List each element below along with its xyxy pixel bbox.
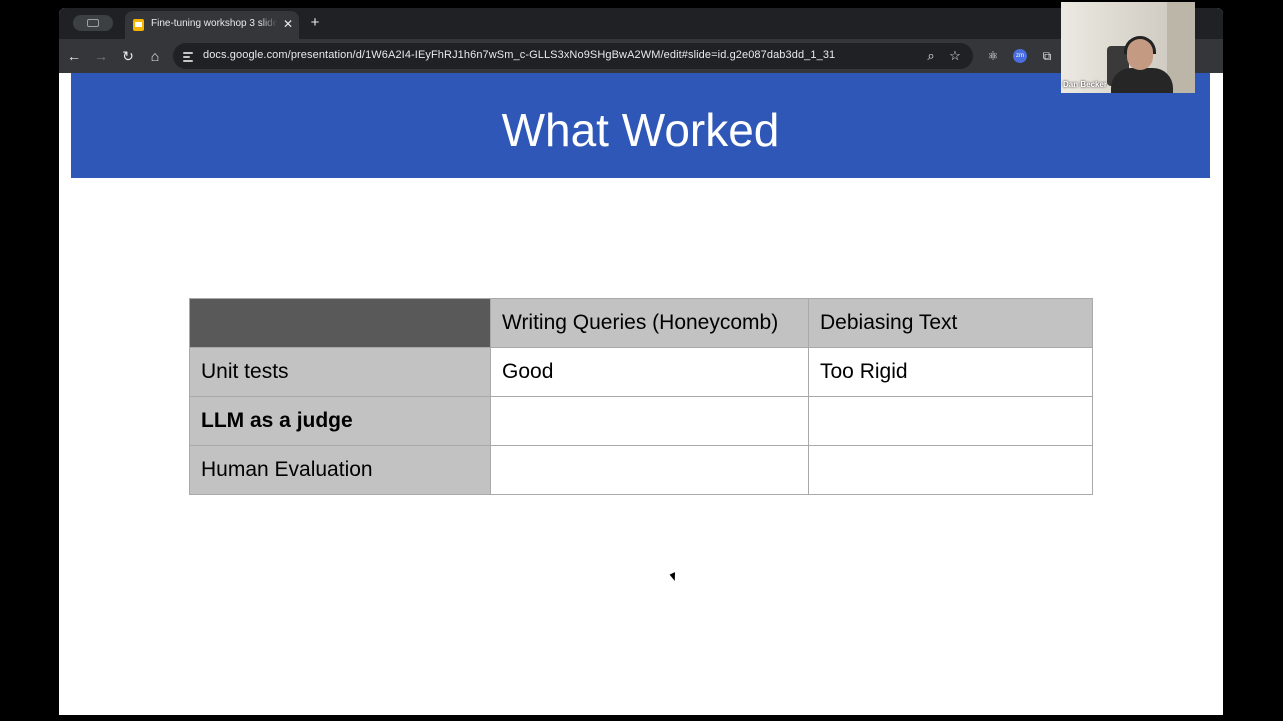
- bookmark-star-icon[interactable]: ☆: [947, 48, 963, 64]
- row-label: Human Evaluation: [189, 445, 491, 495]
- participant-name: Dan Becker: [1063, 80, 1108, 89]
- address-bar[interactable]: docs.google.com/presentation/d/1W6A2I4-I…: [173, 43, 973, 69]
- row-label: LLM as a judge: [189, 396, 491, 446]
- row-label: Unit tests: [189, 347, 491, 397]
- table-cell: [490, 396, 809, 446]
- column-header: Debiasing Text: [808, 298, 1093, 348]
- table-row: LLM as a judge: [189, 396, 1093, 446]
- slide-title-banner: What Worked: [71, 73, 1210, 178]
- slide-title: What Worked: [501, 104, 780, 156]
- extensions-puzzle-icon[interactable]: ⧉: [1039, 48, 1055, 64]
- back-button[interactable]: ←: [65, 47, 83, 65]
- slides-favicon-icon: [133, 19, 144, 31]
- site-settings-icon[interactable]: [181, 49, 195, 63]
- tab-search-button[interactable]: [73, 15, 113, 31]
- active-tab[interactable]: Fine-tuning workshop 3 slides ✕: [125, 11, 299, 39]
- forward-button[interactable]: →: [92, 47, 110, 65]
- zoom-icon[interactable]: ⌕: [923, 48, 939, 64]
- table-cell: [808, 396, 1093, 446]
- browser-window: Fine-tuning workshop 3 slides ✕ + ← → ↻ …: [59, 8, 1223, 715]
- new-tab-button[interactable]: +: [307, 15, 323, 31]
- url-text: docs.google.com/presentation/d/1W6A2I4-I…: [203, 49, 836, 61]
- zoom-extension-icon[interactable]: zm: [1013, 49, 1027, 63]
- browser-toolbar: ← → ↻ ⌂ docs.google.com/presentation/d/1…: [59, 39, 1223, 73]
- table-header-row: Writing Queries (Honeycomb) Debiasing Te…: [189, 298, 1093, 348]
- column-header: Writing Queries (Honeycomb): [490, 298, 809, 348]
- table-cell: Too Rigid: [808, 347, 1093, 397]
- reload-button[interactable]: ↻: [119, 47, 137, 65]
- slide-canvas: What Worked Writing Queries (Honeycomb) …: [71, 73, 1210, 715]
- tab-strip: Fine-tuning workshop 3 slides ✕ +: [59, 8, 1223, 39]
- table-cell: [808, 445, 1093, 495]
- table-row: Human Evaluation: [189, 445, 1093, 495]
- table-cell: [490, 445, 809, 495]
- webcam-video-tile: Dan Becker: [1061, 2, 1195, 93]
- tab-title: Fine-tuning workshop 3 slides: [151, 18, 277, 29]
- home-button[interactable]: ⌂: [146, 47, 164, 65]
- tab-search-icon: [87, 19, 99, 27]
- tab-close-icon[interactable]: ✕: [281, 17, 295, 31]
- table-row: Unit tests Good Too Rigid: [189, 347, 1093, 397]
- table-cell: Good: [490, 347, 809, 397]
- table-corner-cell: [189, 298, 491, 348]
- comparison-table: Writing Queries (Honeycomb) Debiasing Te…: [189, 298, 1093, 495]
- react-devtools-extension-icon[interactable]: ⚛: [985, 48, 1001, 64]
